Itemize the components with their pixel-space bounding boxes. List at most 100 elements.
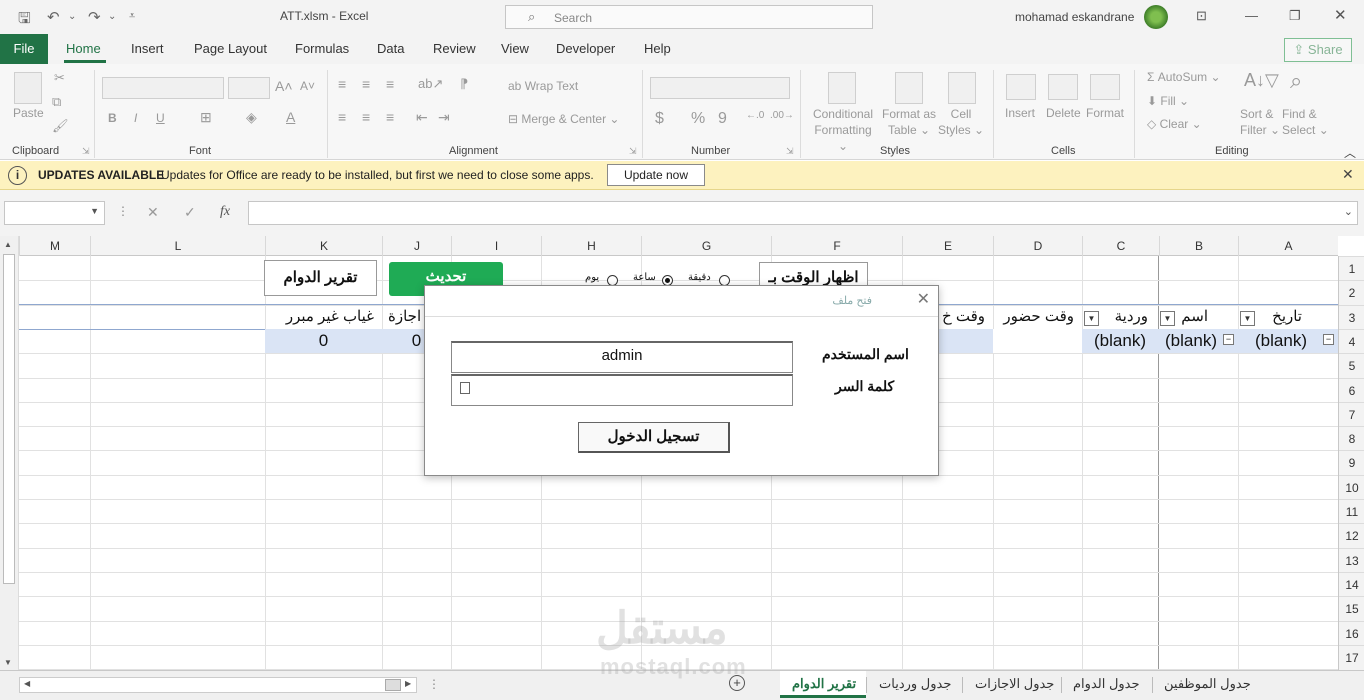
name-box-dropdown-icon[interactable]: ▼ — [90, 206, 99, 216]
scroll-left-icon[interactable]: ◀ — [24, 679, 30, 688]
update-now-button[interactable]: Update now — [607, 164, 705, 186]
format-as-table-icon[interactable] — [895, 72, 923, 104]
font-size-select[interactable] — [228, 77, 270, 99]
tab-data[interactable]: Data — [377, 41, 404, 56]
username-input[interactable]: admin — [451, 341, 793, 373]
orientation-icon[interactable]: ab↗ — [418, 76, 443, 92]
row-header[interactable]: 8 — [1339, 426, 1364, 450]
tab-page-layout[interactable]: Page Layout — [194, 41, 267, 56]
tab-file[interactable]: File — [0, 34, 48, 64]
row-header[interactable]: 3 — [1339, 304, 1364, 329]
vertical-scroll-thumb[interactable] — [3, 254, 15, 584]
alignment-launcher-icon[interactable]: ⇲ — [629, 146, 637, 157]
filter-name-icon[interactable]: ▼ — [1160, 311, 1175, 326]
decrease-indent-icon[interactable]: ⇤ — [416, 109, 428, 126]
paste-button[interactable]: Paste — [13, 106, 44, 120]
row-header[interactable]: 6 — [1339, 377, 1364, 402]
row-header[interactable]: 9 — [1339, 450, 1364, 474]
insert-cells-icon[interactable] — [1006, 74, 1036, 100]
login-button[interactable]: تسجيل الدخول — [578, 422, 730, 453]
expand-formula-icon[interactable]: ⌄ — [1344, 205, 1353, 218]
column-header-l[interactable]: L — [90, 236, 265, 256]
column-header-c[interactable]: C — [1082, 236, 1159, 256]
attendance-report-button[interactable]: تقرير الدوام — [264, 260, 377, 296]
number-launcher-icon[interactable]: ⇲ — [786, 146, 794, 157]
find-select-icon[interactable]: ⌕ — [1290, 68, 1302, 94]
align-middle-icon[interactable]: ≡ — [362, 76, 370, 92]
row-header[interactable]: 2 — [1339, 280, 1364, 304]
cancel-entry-icon[interactable]: ✕ — [147, 204, 159, 221]
redo-dropdown-icon[interactable]: ⌄ — [108, 11, 116, 22]
collapse-ribbon-icon[interactable]: ︿ — [1344, 144, 1356, 161]
row-header[interactable]: 16 — [1339, 620, 1364, 645]
find-select-button[interactable]: Find & Select ⌄ — [1282, 106, 1329, 138]
align-top-icon[interactable]: ≡ — [338, 76, 346, 92]
minimize-icon[interactable]: — — [1245, 8, 1258, 23]
sheet-tab-leaves[interactable]: جدول الاجازات — [975, 676, 1054, 692]
column-header-a[interactable]: A — [1238, 236, 1338, 256]
undo-dropdown-icon[interactable]: ⌄ — [68, 11, 76, 22]
cell-absence[interactable]: 0 — [265, 329, 382, 353]
align-right-icon[interactable]: ≡ — [386, 109, 394, 125]
vertical-scrollbar[interactable]: ▲ ▼ — [0, 236, 19, 670]
clear-button[interactable]: ◇ Clear ⌄ — [1147, 117, 1202, 131]
align-center-icon[interactable]: ≡ — [362, 109, 370, 125]
wrap-text-button[interactable]: ab Wrap Text — [508, 79, 578, 93]
increase-indent-icon[interactable]: ⇥ — [438, 109, 450, 126]
delete-cells-button[interactable]: Delete — [1046, 106, 1081, 120]
tab-split-handle-icon[interactable]: ⋮ — [428, 677, 440, 691]
italic-button[interactable]: I — [134, 111, 137, 125]
conditional-formatting-button[interactable]: Conditional Formatting ⌄ — [812, 106, 874, 154]
tab-review[interactable]: Review — [433, 41, 476, 56]
customize-qat-icon[interactable]: ⩡ — [129, 10, 135, 23]
copy-icon[interactable]: ⧉ — [52, 94, 61, 110]
name-box[interactable]: ▼ — [4, 201, 105, 225]
row-header[interactable]: 1 — [1339, 256, 1364, 280]
user-name[interactable]: mohamad eskandrane — [1015, 10, 1134, 24]
avatar[interactable] — [1144, 5, 1168, 29]
rtl-direction-icon[interactable]: ⁋ — [460, 76, 468, 92]
restore-icon[interactable]: ❐ — [1289, 8, 1301, 24]
collapse-date-icon[interactable]: − — [1323, 334, 1334, 345]
column-header-d[interactable]: D — [993, 236, 1082, 256]
tab-home[interactable]: Home — [66, 41, 101, 56]
delete-cells-icon[interactable] — [1048, 74, 1078, 100]
header-check-in[interactable]: وقت حضور — [993, 305, 1082, 329]
cut-icon[interactable]: ✂ — [54, 70, 65, 86]
row-header[interactable]: 12 — [1339, 523, 1364, 547]
tab-developer[interactable]: Developer — [556, 41, 615, 56]
tab-help[interactable]: Help — [644, 41, 671, 56]
format-cells-icon[interactable] — [1090, 74, 1120, 100]
column-header-f[interactable]: F — [771, 236, 902, 256]
column-header-h[interactable]: H — [541, 236, 641, 256]
column-header-m[interactable]: M — [19, 236, 90, 256]
bold-button[interactable]: B — [108, 111, 117, 125]
column-header-b[interactable]: B — [1159, 236, 1238, 256]
cell-check-in[interactable] — [993, 329, 1082, 353]
sheet-tab-attendance-report[interactable]: تقرير الدوام — [792, 676, 856, 692]
decrease-decimal-icon[interactable]: .00→ — [770, 110, 794, 121]
collapse-name-icon[interactable]: − — [1223, 334, 1234, 345]
insert-function-icon[interactable]: fx — [220, 204, 230, 220]
cell-shift-blank[interactable]: (blank) — [1082, 329, 1158, 353]
confirm-entry-icon[interactable]: ✓ — [184, 204, 196, 221]
column-header-j[interactable]: J — [382, 236, 451, 256]
insert-cells-button[interactable]: Insert — [1005, 106, 1035, 120]
ribbon-display-icon[interactable]: ⊡ — [1196, 8, 1207, 24]
row-header[interactable]: 11 — [1339, 499, 1364, 523]
close-window-icon[interactable]: ✕ — [1334, 6, 1347, 24]
row-header[interactable]: 17 — [1339, 644, 1364, 669]
scroll-down-icon[interactable]: ▼ — [4, 658, 12, 667]
horizontal-scrollbar[interactable]: ◀ ▶ — [19, 677, 417, 693]
sheet-tab-shifts[interactable]: جدول ورديات — [879, 676, 951, 692]
password-input[interactable] — [451, 374, 793, 406]
underline-button[interactable]: U — [156, 111, 165, 125]
conditional-formatting-icon[interactable] — [828, 72, 856, 104]
percent-button[interactable]: % — [691, 110, 705, 128]
align-left-icon[interactable]: ≡ — [338, 109, 346, 125]
row-header[interactable]: 10 — [1339, 474, 1364, 499]
close-infobar-icon[interactable]: ✕ — [1342, 166, 1354, 183]
paste-icon[interactable] — [14, 72, 42, 104]
formula-options-icon[interactable]: ⋮ — [117, 204, 129, 218]
format-painter-icon[interactable]: 🖌 — [52, 118, 69, 134]
